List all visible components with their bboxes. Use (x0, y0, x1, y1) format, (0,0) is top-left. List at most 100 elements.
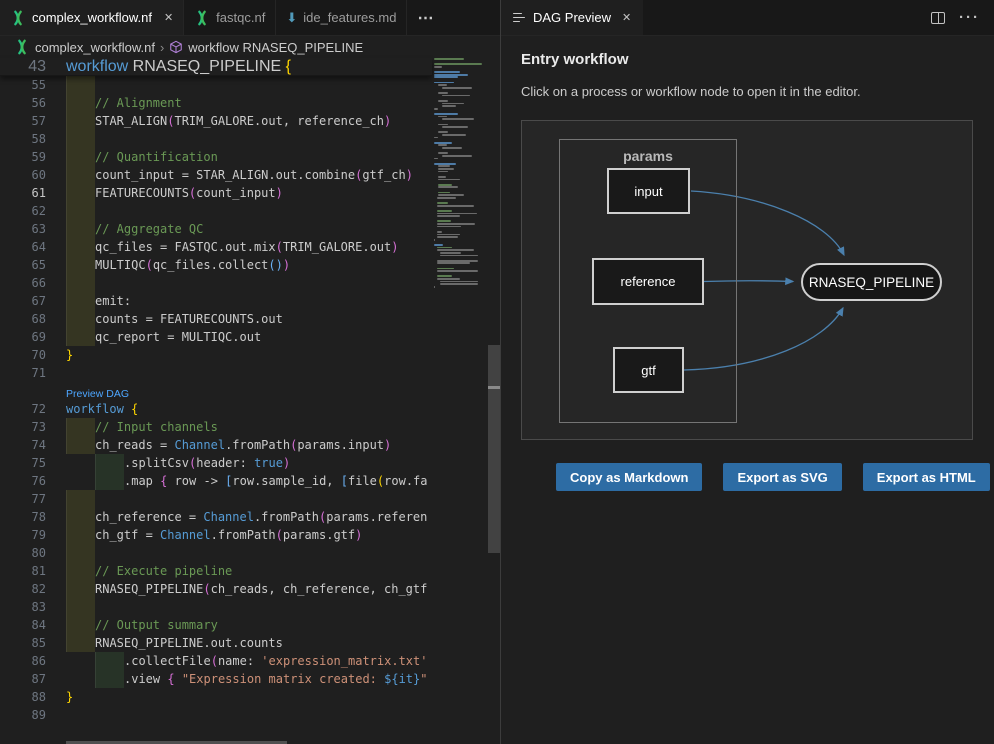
sticky-scroll-line[interactable]: 43workflow RNASEQ_PIPELINE { (0, 58, 432, 76)
line-number: 84 (0, 616, 46, 634)
export-as-html-button[interactable]: Export as HTML (863, 463, 990, 491)
line-number: 80 (0, 544, 46, 562)
editor-tab-bar: complex_workflow.nf✕ fastqc.nf ⬇ ide_featur… (0, 0, 500, 36)
code-line[interactable]: 83 (0, 598, 432, 616)
tab-complex-workflow-nf[interactable]: complex_workflow.nf✕ (0, 0, 184, 35)
minimap[interactable] (432, 58, 487, 744)
code-line[interactable]: 64qc_files = FASTQC.out.mix(TRIM_GALORE.… (0, 238, 432, 256)
node-gtf[interactable]: gtf (613, 347, 684, 393)
node-rnaseq-pipeline[interactable]: RNASEQ_PIPELINE (801, 263, 942, 301)
code-line[interactable]: 86.collectFile(name: 'expression_matrix.… (0, 652, 432, 670)
code-line[interactable]: 67emit: (0, 292, 432, 310)
code-line[interactable]: 74ch_reads = Channel.fromPath(params.inp… (0, 436, 432, 454)
line-number: 61 (0, 184, 46, 202)
line-number: 62 (0, 202, 46, 220)
line-number: 66 (0, 274, 46, 292)
code-line[interactable]: 61FEATURECOUNTS(count_input) (0, 184, 432, 202)
line-number: 59 (0, 148, 46, 166)
vertical-scrollbar-thumb[interactable] (488, 345, 500, 553)
close-icon[interactable]: ✕ (164, 11, 173, 24)
export-buttons: Copy as Markdown Export as SVG Export as H… (556, 463, 990, 491)
line-number: 43 (0, 58, 46, 76)
vscode-window: complex_workflow.nf✕fastqc.nf⬇ide_featur… (0, 0, 994, 744)
vertical-scrollbar[interactable] (487, 58, 500, 744)
code-line[interactable]: 76.map { row -> [row.sample_id, [file(ro… (0, 472, 432, 490)
cluster-label: params (560, 148, 736, 164)
panel-tab-bar: DAG Preview ✕ ··· (501, 0, 994, 36)
markdown-download-icon: ⬇ (286, 11, 297, 24)
code-line[interactable]: 82RNASEQ_PIPELINE(ch_reads, ch_reference… (0, 580, 432, 598)
line-number: 74 (0, 436, 46, 454)
copy-as-markdown-button[interactable]: Copy as Markdown (556, 463, 702, 491)
breadcrumb-symbol[interactable]: workflow RNASEQ_PIPELINE (188, 40, 363, 55)
code-line[interactable]: 87.view { "Expression matrix created: ${… (0, 670, 432, 688)
line-number: 88 (0, 688, 46, 706)
node-input[interactable]: input (607, 168, 690, 214)
line-number: 58 (0, 130, 46, 148)
line-number: 86 (0, 652, 46, 670)
more-actions-icon[interactable]: ··· (959, 10, 980, 25)
tab-label: fastqc.nf (216, 10, 265, 25)
code-line[interactable]: 55 (0, 76, 432, 94)
line-number: 79 (0, 526, 46, 544)
code-line[interactable]: 75.splitCsv(header: true) (0, 454, 432, 472)
tab-label: ide_features.md (303, 10, 396, 25)
line-number: 64 (0, 238, 46, 256)
symbol-cube-icon (169, 40, 183, 54)
code-line[interactable]: 72workflow { (0, 400, 432, 418)
line-number: 70 (0, 346, 46, 364)
line-number: 83 (0, 598, 46, 616)
code-line[interactable]: 57STAR_ALIGN(TRIM_GALORE.out, reference_… (0, 112, 432, 130)
code-line[interactable]: 80 (0, 544, 432, 562)
code-line[interactable]: 71 (0, 364, 432, 382)
code-line[interactable]: 60count_input = STAR_ALIGN.out.combine(g… (0, 166, 432, 184)
code-line[interactable]: 73// Input channels (0, 418, 432, 436)
code-line[interactable]: 58 (0, 130, 432, 148)
tabs-overflow-icon[interactable]: ⋯ (407, 0, 444, 35)
close-icon[interactable]: ✕ (622, 11, 631, 24)
code-line[interactable]: 66 (0, 274, 432, 292)
tab-dag-preview[interactable]: DAG Preview ✕ (501, 0, 643, 35)
code-line[interactable]: 65MULTIQC(qc_files.collect()) (0, 256, 432, 274)
panel-actions: ··· (931, 0, 994, 35)
tab-fastqc-nf[interactable]: fastqc.nf (184, 0, 276, 35)
panel-instruction: Click on a process or workflow node to o… (521, 84, 861, 99)
code-line[interactable]: 78ch_reference = Channel.fromPath(params… (0, 508, 432, 526)
nextflow-icon (10, 10, 26, 26)
code-line[interactable]: 88} (0, 688, 432, 706)
breadcrumb-file[interactable]: complex_workflow.nf (35, 40, 155, 55)
codelens-preview-dag[interactable]: Preview DAG (66, 385, 129, 400)
code-line[interactable]: 70} (0, 346, 432, 364)
breadcrumb[interactable]: complex_workflow.nf › workflow RNASEQ_PI… (0, 36, 500, 58)
line-number: 63 (0, 220, 46, 238)
line-number: 56 (0, 94, 46, 112)
code-line[interactable]: 68counts = FEATURECOUNTS.out (0, 310, 432, 328)
export-as-svg-button[interactable]: Export as SVG (723, 463, 841, 491)
code-editor[interactable]: 54TRIM_GALORE(reads_ch)5556// Alignment5… (0, 58, 432, 744)
code-line[interactable]: 77 (0, 490, 432, 508)
node-reference[interactable]: reference (592, 258, 704, 305)
code-line[interactable]: 81// Execute pipeline (0, 562, 432, 580)
code-line[interactable]: 59// Quantification (0, 148, 432, 166)
code-line[interactable]: 63// Aggregate QC (0, 220, 432, 238)
line-number: 78 (0, 508, 46, 526)
line-number: 71 (0, 364, 46, 382)
line-number: 68 (0, 310, 46, 328)
line-number: 75 (0, 454, 46, 472)
code-line[interactable]: 62 (0, 202, 432, 220)
code-line[interactable]: 69qc_report = MULTIQC.out (0, 328, 432, 346)
code-line[interactable]: 85RNASEQ_PIPELINE.out.counts (0, 634, 432, 652)
line-number: 73 (0, 418, 46, 436)
code-line[interactable]: 56// Alignment (0, 94, 432, 112)
line-number: 82 (0, 580, 46, 598)
preview-list-icon (513, 13, 526, 23)
panel-heading: Entry workflow (521, 51, 629, 68)
code-line[interactable]: 84// Output summary (0, 616, 432, 634)
tab-ide-features-md[interactable]: ⬇ ide_features.md (276, 0, 407, 35)
code-line[interactable]: 89 (0, 706, 432, 724)
code-line[interactable]: 79ch_gtf = Channel.fromPath(params.gtf) (0, 526, 432, 544)
split-editor-icon[interactable] (931, 12, 945, 24)
line-number: 81 (0, 562, 46, 580)
line-number: 55 (0, 76, 46, 94)
line-number: 60 (0, 166, 46, 184)
